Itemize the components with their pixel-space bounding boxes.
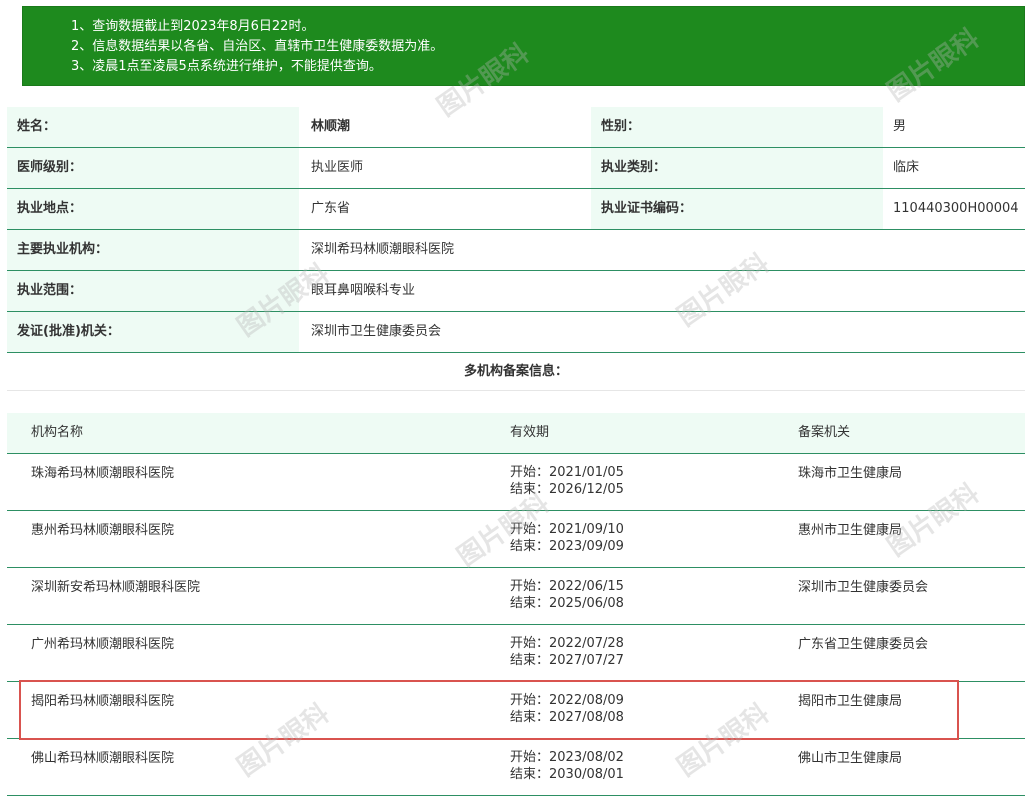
info-row-issuer: 发证(批准)机关： 深圳市卫生健康委员会 <box>7 312 1025 353</box>
row-authority: 惠州市卫生健康局 <box>798 523 903 538</box>
row-end-date: 结束：2023/09/09 <box>510 539 624 554</box>
row-start-date: 开始：2022/06/15 <box>510 579 624 594</box>
location-value: 广东省 <box>299 189 591 229</box>
row-start-date: 开始：2023/08/02 <box>510 750 624 765</box>
table-row: 佛山希玛林顺潮眼科医院 开始：2023/08/02 结束：2030/08/01 … <box>7 739 1025 796</box>
info-row-name: 姓名： 林顺潮 性别： 男 <box>7 107 1025 148</box>
level-value: 执业医师 <box>299 148 591 188</box>
row-end-date: 结束：2025/06/08 <box>510 596 624 611</box>
notice-line: 3、凌晨1点至凌晨5点系统进行维护，不能提供查询。 <box>71 59 382 74</box>
table-header: 机构名称 有效期 备案机关 <box>7 413 1025 454</box>
row-start-date: 开始：2021/09/10 <box>510 522 624 537</box>
info-row-location: 执业地点： 广东省 执业证书编码： 110440300H00004 <box>7 189 1025 230</box>
row-start-date: 开始：2021/01/05 <box>510 465 624 480</box>
row-validity: 开始：2022/08/09 结束：2027/08/08 <box>510 692 624 726</box>
header-org: 机构名称 <box>31 425 84 440</box>
table-row: 广州希玛林顺潮眼科医院 开始：2022/07/28 结束：2027/07/27 … <box>7 625 1025 682</box>
info-row-level: 医师级别： 执业医师 执业类别： 临床 <box>7 148 1025 189</box>
doctor-info-table: 姓名： 林顺潮 性别： 男 医师级别： 执业医师 执业类别： 临床 执业地点： … <box>7 107 1025 353</box>
row-end-date: 结束：2026/12/05 <box>510 482 624 497</box>
row-authority: 揭阳市卫生健康局 <box>798 694 903 709</box>
row-end-date: 结束：2027/07/27 <box>510 653 624 668</box>
issuer-value: 深圳市卫生健康委员会 <box>299 312 1025 352</box>
scope-label: 执业范围： <box>7 271 299 311</box>
notice-line: 2、信息数据结果以各省、自治区、直辖市卫生健康委数据为准。 <box>71 39 444 54</box>
gender-label: 性别： <box>591 107 883 147</box>
header-validity: 有效期 <box>510 425 550 440</box>
multi-org-table: 机构名称 有效期 备案机关 珠海希玛林顺潮眼科医院 开始：2021/01/05 … <box>7 413 1025 796</box>
gender-value: 男 <box>883 107 1025 147</box>
issuer-label: 发证(批准)机关： <box>7 312 299 352</box>
row-org: 珠海希玛林顺潮眼科医院 <box>31 466 175 481</box>
location-label: 执业地点： <box>7 189 299 229</box>
row-org: 惠州希玛林顺潮眼科医院 <box>31 523 175 538</box>
row-validity: 开始：2022/07/28 结束：2027/07/27 <box>510 635 624 669</box>
level-label: 医师级别： <box>7 148 299 188</box>
row-validity: 开始：2022/06/15 结束：2025/06/08 <box>510 578 624 612</box>
org-label: 主要执业机构： <box>7 230 299 270</box>
row-org: 佛山希玛林顺潮眼科医院 <box>31 751 175 766</box>
row-end-date: 结束：2027/08/08 <box>510 710 624 725</box>
row-validity: 开始：2023/08/02 结束：2030/08/01 <box>510 749 624 783</box>
header-authority: 备案机关 <box>798 425 851 440</box>
category-value: 临床 <box>883 148 1025 188</box>
row-org: 揭阳希玛林顺潮眼科医院 <box>31 694 175 709</box>
org-value: 深圳希玛林顺潮眼科医院 <box>299 230 1025 270</box>
category-label: 执业类别： <box>591 148 883 188</box>
scope-value: 眼耳鼻咽喉科专业 <box>299 271 1025 311</box>
multi-org-title: 多机构备案信息： <box>7 353 1025 391</box>
row-validity: 开始：2021/01/05 结束：2026/12/05 <box>510 464 624 498</box>
row-end-date: 结束：2030/08/01 <box>510 767 624 782</box>
cert-label: 执业证书编码： <box>591 189 883 229</box>
notice-banner: 1、查询数据截止到2023年8月6日22时。 2、信息数据结果以各省、自治区、直… <box>22 6 1025 86</box>
row-org: 广州希玛林顺潮眼科医院 <box>31 637 175 652</box>
row-start-date: 开始：2022/07/28 <box>510 636 624 651</box>
row-validity: 开始：2021/09/10 结束：2023/09/09 <box>510 521 624 555</box>
info-row-org: 主要执业机构： 深圳希玛林顺潮眼科医院 <box>7 230 1025 271</box>
row-authority: 广东省卫生健康委员会 <box>798 637 929 652</box>
table-row: 惠州希玛林顺潮眼科医院 开始：2021/09/10 结束：2023/09/09 … <box>7 511 1025 568</box>
cert-value: 110440300H00004 <box>883 189 1025 229</box>
row-authority: 珠海市卫生健康局 <box>798 466 903 481</box>
table-row: 珠海希玛林顺潮眼科医院 开始：2021/01/05 结束：2026/12/05 … <box>7 454 1025 511</box>
name-label: 姓名： <box>7 107 299 147</box>
info-row-scope: 执业范围： 眼耳鼻咽喉科专业 <box>7 271 1025 312</box>
row-authority: 深圳市卫生健康委员会 <box>798 580 929 595</box>
row-start-date: 开始：2022/08/09 <box>510 693 624 708</box>
row-authority: 佛山市卫生健康局 <box>798 751 903 766</box>
row-org: 深圳新安希玛林顺潮眼科医院 <box>31 580 201 595</box>
table-row: 深圳新安希玛林顺潮眼科医院 开始：2022/06/15 结束：2025/06/0… <box>7 568 1025 625</box>
table-row-highlighted: 揭阳希玛林顺潮眼科医院 开始：2022/08/09 结束：2027/08/08 … <box>7 682 1025 739</box>
name-value: 林顺潮 <box>299 107 591 147</box>
notice-line: 1、查询数据截止到2023年8月6日22时。 <box>71 19 315 34</box>
